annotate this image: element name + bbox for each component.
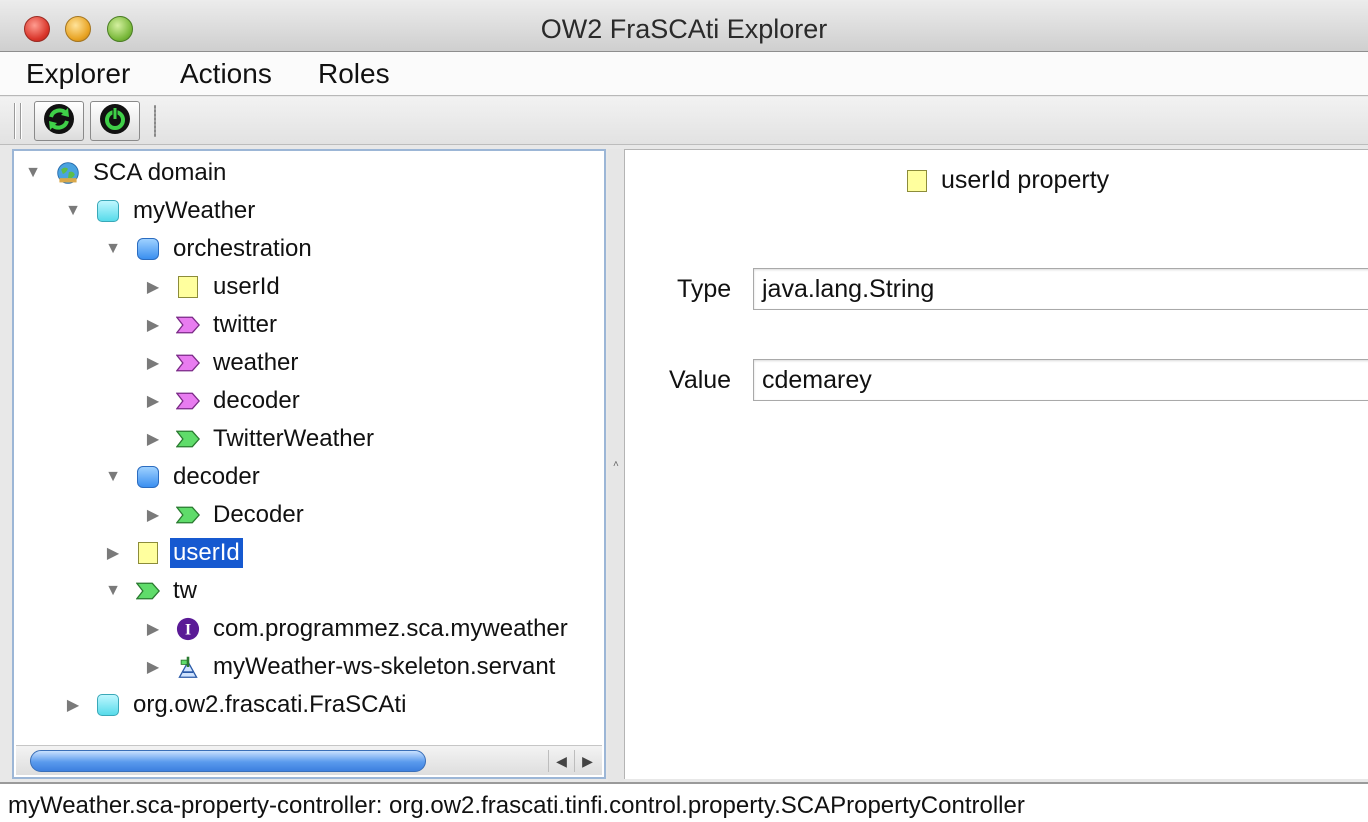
property-header: userId property xyxy=(907,166,1109,195)
tree-node-orchestration-decoder[interactable]: ▶ decoder xyxy=(142,383,303,419)
tree-node-label: myWeather-ws-skeleton.servant xyxy=(213,653,556,680)
binding-icon xyxy=(176,655,200,679)
divider-grip-icon: ˄ xyxy=(613,459,619,470)
component-icon xyxy=(136,237,160,261)
component-tree[interactable]: ▼ SCA domain ▼ myWeather ▼ orchestration… xyxy=(12,149,606,779)
collapsed-triangle-icon[interactable]: ▶ xyxy=(142,276,164,298)
tree-node-label: org.ow2.frascati.FraSCAti xyxy=(133,691,407,718)
collapsed-triangle-icon[interactable]: ▶ xyxy=(142,314,164,336)
split-pane-divider[interactable]: ˄ xyxy=(608,149,624,781)
expanded-triangle-icon[interactable]: ▼ xyxy=(102,580,124,602)
collapsed-triangle-icon[interactable]: ▶ xyxy=(142,618,164,640)
expanded-triangle-icon[interactable]: ▼ xyxy=(102,466,124,488)
tree-node-label: orchestration xyxy=(173,235,312,262)
collapsed-triangle-icon[interactable]: ▶ xyxy=(142,352,164,374)
tree-node-tw[interactable]: ▼ tw xyxy=(102,573,200,609)
tree-node-frascati[interactable]: ▶ org.ow2.frascati.FraSCAti xyxy=(62,687,409,723)
tree-node-label: TwitterWeather xyxy=(213,425,374,452)
status-bar: myWeather.sca-property-controller: org.o… xyxy=(0,782,1368,822)
tree-node-label: Decoder xyxy=(213,501,304,528)
expanded-triangle-icon[interactable]: ▼ xyxy=(102,238,124,260)
menu-actions[interactable]: Actions xyxy=(176,58,276,90)
tree-node-twitterweather[interactable]: ▶ TwitterWeather xyxy=(142,421,377,457)
interface-icon: I xyxy=(176,617,200,641)
tree-node-label: com.programmez.sca.myweather xyxy=(213,615,568,642)
reference-icon xyxy=(176,389,200,413)
collapsed-triangle-icon[interactable]: ▶ xyxy=(62,694,84,716)
menu-bar: Explorer Actions Roles xyxy=(0,52,1368,96)
tree-node-label: twitter xyxy=(213,311,278,338)
toolbar-grip-2 xyxy=(20,103,22,139)
tree-node-twitter[interactable]: ▶ twitter xyxy=(142,307,280,343)
composite-icon xyxy=(96,693,120,717)
tree-node-label: myWeather xyxy=(133,197,256,224)
service-icon xyxy=(136,579,160,603)
toolbar-grip[interactable] xyxy=(14,103,16,139)
svg-text:I: I xyxy=(185,622,191,639)
collapsed-triangle-icon[interactable]: ▶ xyxy=(142,390,164,412)
tree-node-servant[interactable]: ▶ myWeather-ws-skeleton.servant xyxy=(142,649,558,685)
tree-node-decoder-service[interactable]: ▶ Decoder xyxy=(142,497,307,533)
composite-icon xyxy=(96,199,120,223)
property-icon xyxy=(136,541,160,565)
power-icon xyxy=(98,102,132,141)
horizontal-scrollbar[interactable]: ◀ ▶ xyxy=(16,745,602,775)
property-icon xyxy=(176,275,200,299)
refresh-icon xyxy=(42,102,76,141)
expanded-triangle-icon[interactable]: ▼ xyxy=(62,200,84,222)
menu-roles[interactable]: Roles xyxy=(314,58,394,90)
service-icon xyxy=(176,503,200,527)
title-bar: OW2 FraSCAti Explorer xyxy=(0,0,1368,52)
property-icon xyxy=(907,169,927,192)
tree-node-label: userId xyxy=(170,538,243,568)
stop-button[interactable] xyxy=(90,101,140,141)
window-title: OW2 FraSCAti Explorer xyxy=(540,14,828,44)
tree-node-sca-domain[interactable]: ▼ SCA domain xyxy=(22,155,229,191)
type-field[interactable]: java.lang.String xyxy=(753,268,1368,310)
tree-node-label: decoder xyxy=(173,463,260,490)
tree-node-userid-selected[interactable]: ▶ userId xyxy=(102,535,243,571)
service-icon xyxy=(176,427,200,451)
property-title: userId property xyxy=(941,166,1110,194)
reference-icon xyxy=(176,351,200,375)
tree-node-orchestration-userid[interactable]: ▶ userId xyxy=(142,269,283,305)
scroll-right-button[interactable]: ▶ xyxy=(574,750,600,772)
tree-node-label: tw xyxy=(173,577,197,604)
tree-node-label: weather xyxy=(213,349,299,376)
scroll-left-button[interactable]: ◀ xyxy=(548,750,574,772)
reference-icon xyxy=(176,313,200,337)
tree-node-decoder[interactable]: ▼ decoder xyxy=(102,459,263,495)
property-detail-panel: userId property Type java.lang.String Va… xyxy=(624,149,1368,779)
collapsed-triangle-icon[interactable]: ▶ xyxy=(102,542,124,564)
collapsed-triangle-icon[interactable]: ▶ xyxy=(142,656,164,678)
tree-node-weather[interactable]: ▶ weather xyxy=(142,345,301,381)
toolbar-separator xyxy=(154,105,156,137)
refresh-button[interactable] xyxy=(34,101,84,141)
tree-node-orchestration[interactable]: ▼ orchestration xyxy=(102,231,315,267)
collapsed-triangle-icon[interactable]: ▶ xyxy=(142,428,164,450)
menu-explorer[interactable]: Explorer xyxy=(22,58,134,90)
type-label: Type xyxy=(677,275,732,303)
globe-icon xyxy=(56,161,80,185)
value-label: Value xyxy=(669,366,732,394)
tree-node-label: decoder xyxy=(213,387,300,414)
tree-node-interface[interactable]: ▶ I com.programmez.sca.myweather xyxy=(142,611,571,647)
component-icon xyxy=(136,465,160,489)
scrollbar-thumb[interactable] xyxy=(30,750,426,772)
value-field[interactable]: cdemarey xyxy=(753,359,1368,401)
tree-node-label: userId xyxy=(213,273,280,300)
toolbar xyxy=(0,97,1368,145)
collapsed-triangle-icon[interactable]: ▶ xyxy=(142,504,164,526)
tree-node-label: SCA domain xyxy=(93,159,227,186)
tree-node-myweather[interactable]: ▼ myWeather xyxy=(62,193,258,229)
expanded-triangle-icon[interactable]: ▼ xyxy=(22,162,44,184)
